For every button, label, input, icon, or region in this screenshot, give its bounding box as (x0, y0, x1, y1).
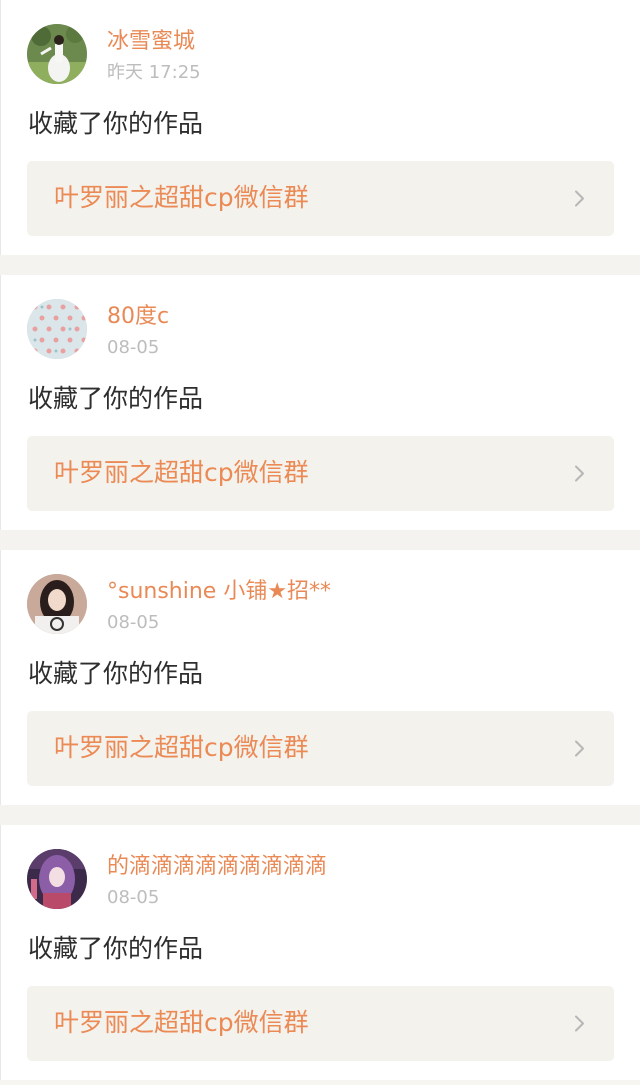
avatar-purple-haired-anime-icon (27, 849, 87, 909)
username[interactable]: 80度c (107, 303, 169, 331)
action-text: 收藏了你的作品 (28, 109, 204, 138)
avatar[interactable] (27, 24, 87, 84)
card-divider (0, 255, 640, 275)
work-title: 叶罗丽之超甜cp微信群 (54, 733, 309, 762)
work-title: 叶罗丽之超甜cp微信群 (54, 183, 309, 212)
action-text: 收藏了你的作品 (28, 384, 204, 413)
avatar[interactable] (27, 849, 87, 909)
chevron-right-icon (575, 465, 584, 482)
notification-card: 冰雪蜜城 昨天 17:25 收藏了你的作品 叶罗丽之超甜cp微信群 (0, 0, 640, 255)
work-link[interactable]: 叶罗丽之超甜cp微信群 (27, 436, 614, 511)
work-link[interactable]: 叶罗丽之超甜cp微信群 (27, 161, 614, 236)
avatar-woman-in-white-dress-icon (27, 24, 87, 84)
notification-card: 80度c 08-05 收藏了你的作品 叶罗丽之超甜cp微信群 (0, 275, 640, 530)
card-divider (0, 530, 640, 550)
work-title: 叶罗丽之超甜cp微信群 (54, 1008, 309, 1037)
work-link[interactable]: 叶罗丽之超甜cp微信群 (27, 986, 614, 1061)
chevron-right-icon (575, 740, 584, 757)
chevron-right-icon (575, 190, 584, 207)
work-title: 叶罗丽之超甜cp微信群 (54, 458, 309, 487)
avatar-polka-dot-pattern-icon (27, 299, 87, 359)
timestamp: 昨天 17:25 (107, 62, 201, 83)
notification-feed: 冰雪蜜城 昨天 17:25 收藏了你的作品 叶罗丽之超甜cp微信群 80度c 0… (0, 0, 640, 1080)
username[interactable]: 的滴滴滴滴滴滴滴滴滴 (107, 853, 327, 881)
username[interactable]: 冰雪蜜城 (107, 28, 195, 56)
avatar[interactable] (27, 299, 87, 359)
timestamp: 08-05 (107, 337, 160, 358)
avatar-dark-haired-girl-icon (27, 574, 87, 634)
avatar[interactable] (27, 574, 87, 634)
username[interactable]: °sunshine 小铺★招** (107, 578, 331, 606)
chevron-right-icon (575, 1015, 584, 1032)
notification-card: 的滴滴滴滴滴滴滴滴滴 08-05 收藏了你的作品 叶罗丽之超甜cp微信群 (0, 825, 640, 1080)
notification-card: °sunshine 小铺★招** 08-05 收藏了你的作品 叶罗丽之超甜cp微… (0, 550, 640, 805)
action-text: 收藏了你的作品 (28, 934, 204, 963)
card-divider (0, 805, 640, 825)
timestamp: 08-05 (107, 612, 160, 633)
action-text: 收藏了你的作品 (28, 659, 204, 688)
timestamp: 08-05 (107, 887, 160, 908)
work-link[interactable]: 叶罗丽之超甜cp微信群 (27, 711, 614, 786)
